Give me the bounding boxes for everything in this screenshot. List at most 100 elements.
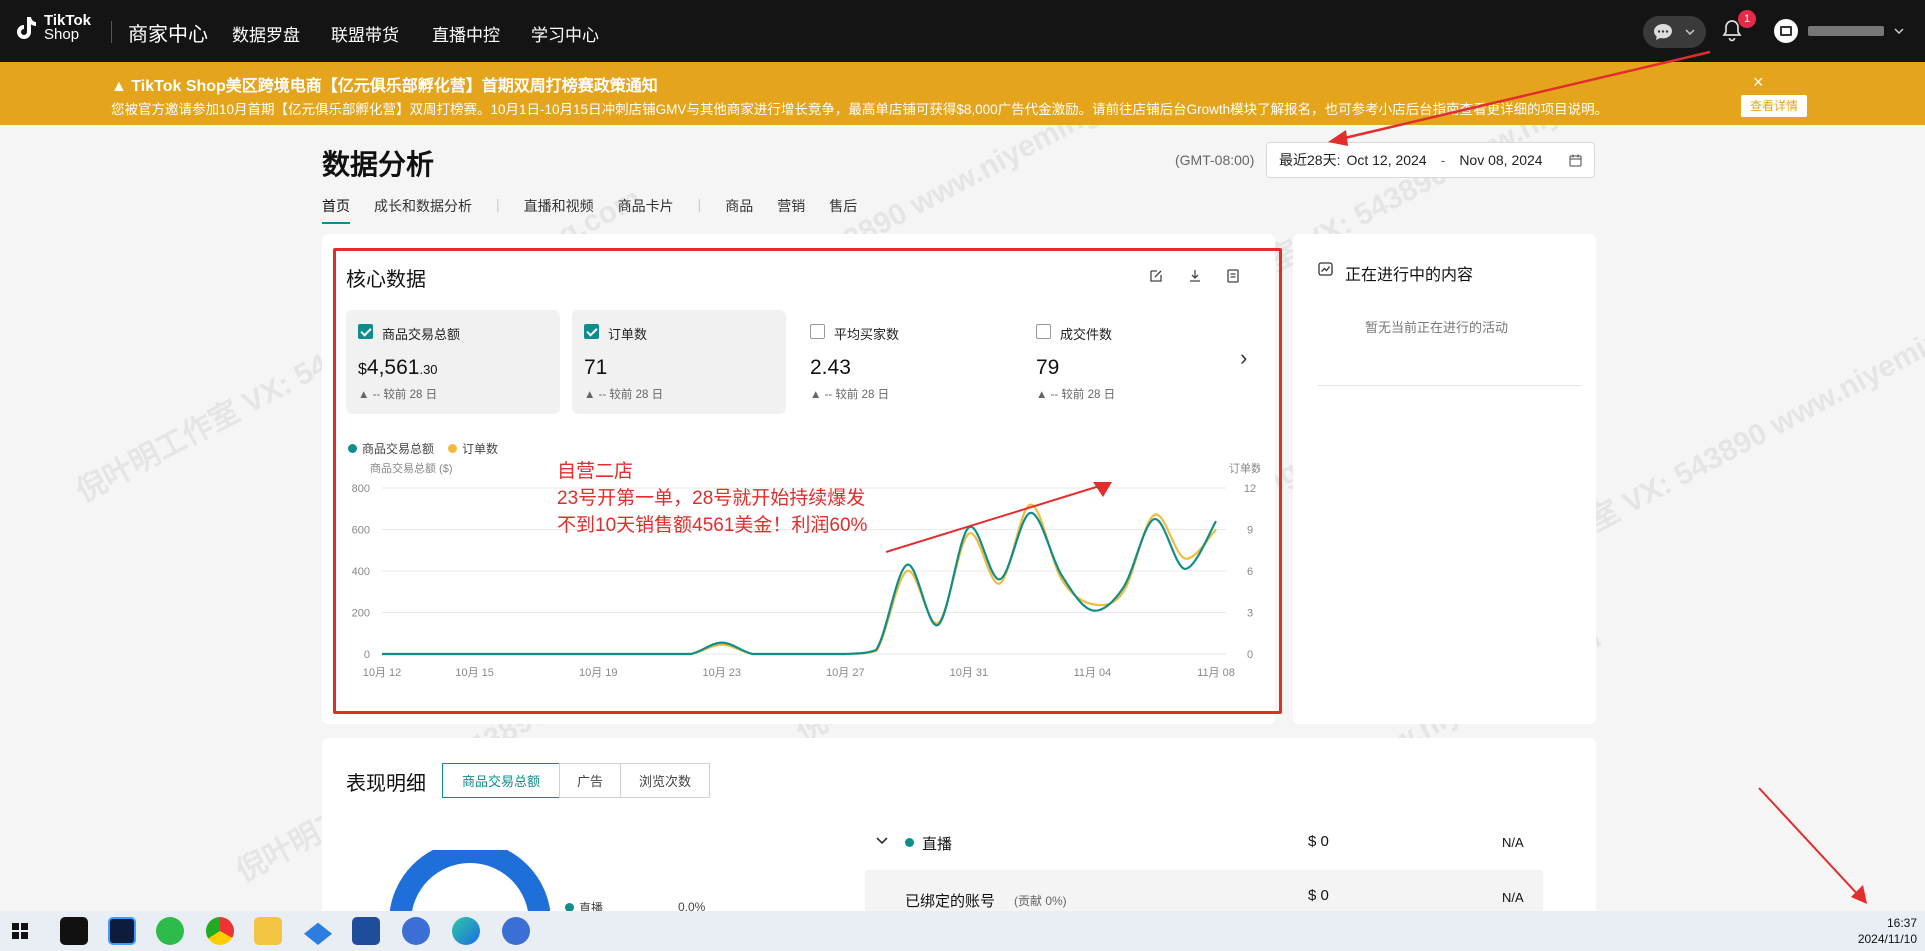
banner-detail-button[interactable]: 查看详情	[1741, 95, 1807, 117]
legend-gmv[interactable]: 商品交易总额	[362, 440, 434, 457]
app-browser-icon[interactable]	[402, 917, 430, 945]
banner-close-icon[interactable]: ×	[1753, 72, 1764, 93]
metric-orders[interactable]: 订单数 71 ▲ -- 较前 28 日	[572, 310, 786, 414]
mail-icon[interactable]	[304, 922, 332, 945]
account-name-masked	[1808, 26, 1884, 36]
metric-orders-checkbox[interactable]	[584, 324, 599, 339]
app-browser-icon[interactable]	[502, 917, 530, 945]
wechat-icon[interactable]	[156, 917, 184, 945]
metric-avg-buyers-checkbox[interactable]	[810, 324, 825, 339]
report-icon[interactable]	[1225, 268, 1241, 284]
windows-start-icon[interactable]	[12, 923, 28, 939]
nav-item-affiliate[interactable]: 联盟带货	[331, 21, 399, 46]
nav-divider	[111, 21, 112, 43]
tab-after-sales[interactable]: 售后	[829, 196, 857, 224]
y-tick-left: 200	[352, 608, 370, 620]
core-data-title: 核心数据	[346, 269, 426, 291]
metric-gmv-checkbox[interactable]	[358, 324, 373, 339]
file-explorer-icon[interactable]	[254, 917, 282, 945]
metric-label: 平均买家数	[834, 327, 900, 342]
metric-gmv[interactable]: 商品交易总额 $4,561.30 ▲ -- 较前 28 日	[346, 310, 560, 414]
row-pct-bound-account: N/A	[1502, 890, 1524, 905]
row-value-bound-account: $ 0	[1308, 887, 1329, 904]
date-end: Nov 08, 2024	[1459, 152, 1543, 168]
metric-label: 成交件数	[1060, 327, 1113, 342]
donut-chart	[390, 850, 550, 912]
annotation-arrow	[885, 482, 1112, 553]
metric-compare: ▲ -- 较前 28 日	[584, 389, 664, 401]
metric-avg-buyers[interactable]: 平均买家数 2.43 ▲ -- 较前 28 日	[798, 310, 1012, 414]
nav-item-data-compass[interactable]: 数据罗盘	[232, 21, 300, 46]
chevron-down-icon[interactable]	[876, 836, 888, 846]
analysis-tabs: 首页 成长和数据分析 | 直播和视频 商品卡片 | 商品 营销 售后	[322, 196, 881, 224]
nav-item-learning-center[interactable]: 学习中心	[531, 21, 599, 46]
chevron-down-icon	[1685, 29, 1695, 36]
taskbar-clock[interactable]: 16:37 2024/11/10	[1855, 915, 1917, 947]
x-tick-label: 11月 08	[1197, 667, 1235, 679]
x-tick-label: 11月 04	[1074, 667, 1112, 679]
tab-product-card[interactable]: 商品卡片	[618, 196, 674, 224]
trend-icon	[1318, 262, 1333, 276]
row-label-bound-account: 已绑定的账号	[905, 893, 996, 910]
x-tick-label: 10月 15	[455, 667, 494, 679]
app-h-icon[interactable]	[352, 917, 380, 945]
ongoing-title: 正在进行中的内容	[1345, 267, 1474, 284]
tab-live-video[interactable]: 直播和视频	[524, 196, 594, 224]
tiktok-shop-logo[interactable]: TikTok Shop	[14, 13, 91, 42]
photoshop-icon[interactable]	[108, 917, 136, 945]
chrome-icon[interactable]	[206, 917, 234, 945]
chat-icon	[1654, 24, 1672, 40]
chart-legend: 商品交易总额 订单数	[348, 440, 498, 457]
notification-badge: 1	[1738, 10, 1756, 28]
download-icon[interactable]	[1187, 268, 1203, 284]
metric-value: $4,561.30	[358, 356, 438, 379]
metric-compare: ▲ -- 较前 28 日	[1036, 389, 1116, 401]
annotation-arrow	[1328, 50, 1711, 146]
x-tick-label: 10月 27	[826, 667, 865, 679]
annotation-arrow	[1758, 787, 1867, 904]
ongoing-divider	[1318, 385, 1582, 386]
tab-product[interactable]: 商品	[725, 196, 753, 224]
page-title: 数据分析	[322, 149, 435, 180]
ongoing-card	[1293, 234, 1596, 724]
y-tick-right: 3	[1247, 608, 1253, 620]
tab-marketing[interactable]: 营销	[777, 196, 805, 224]
performance-title: 表现明细	[346, 773, 426, 795]
segment-views[interactable]: 浏览次数	[620, 763, 710, 798]
date-separator: -	[1440, 152, 1446, 168]
metric-value: 79	[1036, 356, 1060, 379]
capcut-icon[interactable]	[60, 917, 88, 945]
segment-ads[interactable]: 广告	[559, 763, 621, 798]
row-value-live: $ 0	[1308, 833, 1329, 850]
metrics-next-arrow[interactable]: ›	[1240, 345, 1247, 371]
legend-orders[interactable]: 订单数	[462, 440, 498, 457]
tab-growth[interactable]: 成长和数据分析	[374, 196, 472, 224]
row-dot-live	[905, 838, 914, 847]
edge-icon[interactable]	[452, 917, 480, 945]
metric-compare: ▲ -- 较前 28 日	[810, 389, 890, 401]
metric-units-sold[interactable]: 成交件数 79 ▲ -- 较前 28 日	[1024, 310, 1238, 414]
metric-value: 2.43	[810, 356, 851, 379]
y-tick-left: 400	[352, 566, 370, 578]
date-range-prefix: 最近28天:	[1279, 152, 1341, 168]
row-label-live: 直播	[922, 836, 953, 853]
segment-gmv[interactable]: 商品交易总额	[442, 763, 560, 798]
row-pct-live: N/A	[1502, 835, 1524, 850]
edit-icon[interactable]	[1148, 268, 1164, 284]
tab-home[interactable]: 首页	[322, 196, 350, 224]
legend-dot-orders	[448, 444, 458, 453]
metric-units-sold-checkbox[interactable]	[1036, 324, 1051, 339]
date-start: Oct 12, 2024	[1346, 152, 1427, 168]
windows-taskbar: 16:37 2024/11/10	[0, 911, 1925, 951]
shop-avatar	[1774, 19, 1798, 43]
tab-separator: |	[697, 196, 702, 212]
seller-center-title[interactable]: 商家中心	[128, 18, 208, 47]
taskbar-time: 16:37	[1886, 916, 1917, 930]
nav-item-live-control[interactable]: 直播中控	[432, 21, 500, 46]
y-tick-right: 12	[1244, 483, 1256, 495]
x-tick-label: 10月 23	[703, 667, 742, 679]
account-menu[interactable]	[1774, 19, 1904, 43]
y-axis-right-title: 订单数	[1229, 462, 1260, 475]
chat-dropdown[interactable]	[1643, 16, 1706, 48]
metric-value: 71	[584, 356, 608, 379]
